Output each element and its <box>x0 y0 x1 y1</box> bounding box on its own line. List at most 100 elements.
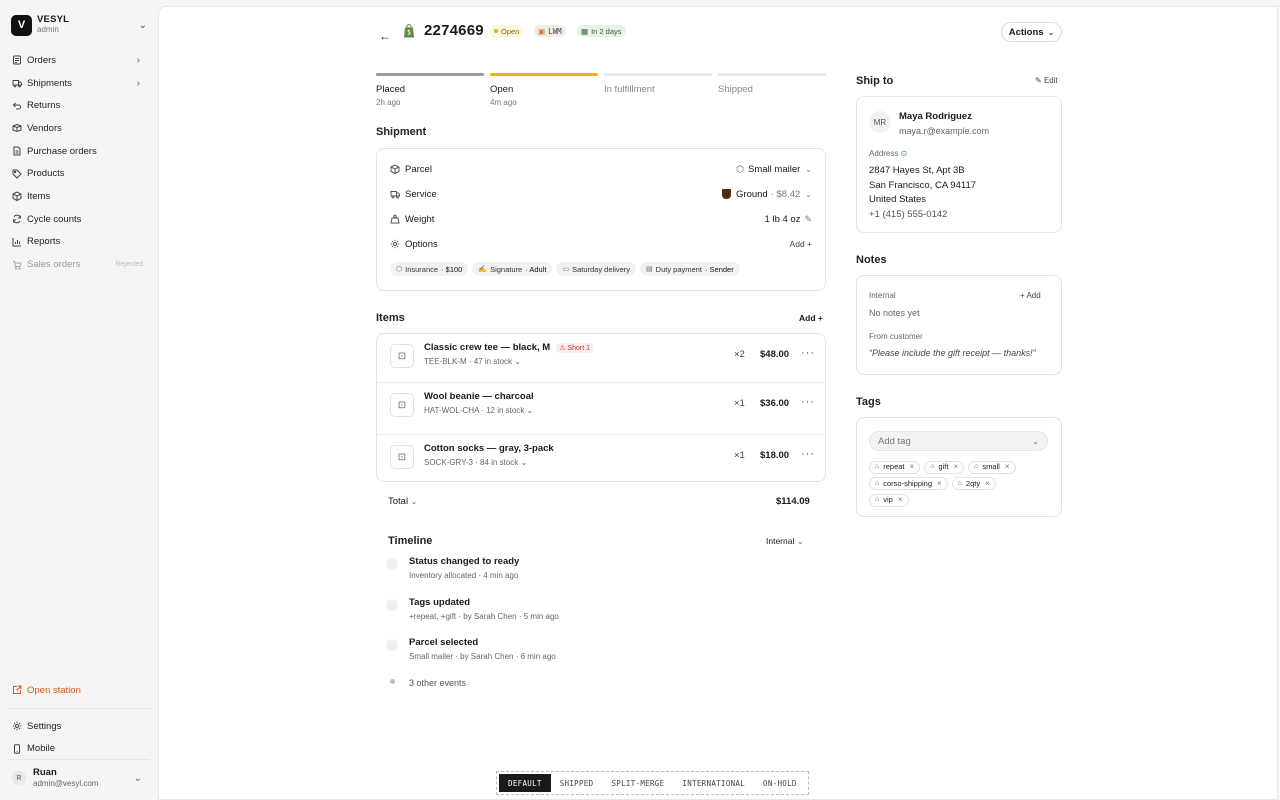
edit-label: Edit <box>1043 76 1058 85</box>
service-select[interactable]: Ground · $8.42 ⌄ <box>722 189 812 200</box>
event-title: Tags updated <box>409 597 471 608</box>
orders-icon <box>12 55 22 65</box>
remove-tag-icon[interactable]: × <box>953 459 958 476</box>
parcel-select[interactable]: ⬡ Small mailer ⌄ <box>736 164 812 175</box>
item-row[interactable]: ⊡ Cotton socks — gray, 3-pack SOCK-GRY-3… <box>377 434 825 486</box>
sidebar-item-cycle-counts[interactable]: Cycle counts <box>0 208 158 231</box>
pencil-icon: ✎ <box>1035 76 1042 85</box>
progress-bar <box>490 73 598 76</box>
step-time: 4m ago <box>490 98 517 107</box>
customer-email[interactable]: maya.r@example.com <box>899 126 989 136</box>
sidebar-item-vendors[interactable]: Vendors <box>0 117 158 140</box>
add-tag-input[interactable]: Add tag ⌄ <box>869 431 1048 451</box>
items-card: ⊡ Classic crew tee — black, M ⚠ Short 1 T… <box>376 333 826 482</box>
actions-button[interactable]: Actions ⌄ <box>1001 22 1062 42</box>
shipment-title: Shipment <box>376 126 427 138</box>
notes-card: Internal + Add No notes yet From custome… <box>856 275 1062 375</box>
open-station-link[interactable]: Open station <box>0 679 158 702</box>
item-stock[interactable]: 47 in stock <box>474 357 512 366</box>
remove-tag-icon[interactable]: × <box>1005 459 1010 476</box>
tag-chip[interactable]: ⌂ corso-shipping × <box>869 476 948 493</box>
tags-card: Add tag ⌄ ⌂ repeat × ⌂ gift × ⌂ small × ⌂ corso-s… <box>856 417 1062 517</box>
sidebar-item-settings[interactable]: Settings <box>0 715 158 738</box>
tag-chip[interactable]: ⌂ repeat × <box>869 459 921 476</box>
chevron-updown-icon: ⌄ <box>133 772 142 784</box>
weight-field[interactable]: 1 lb 4 oz ✎ <box>765 214 812 225</box>
sidebar-item-items[interactable]: Items <box>0 185 158 208</box>
option-value-text: Sender <box>709 264 734 274</box>
tag-chip[interactable]: ⌂ 2qty × <box>951 476 996 493</box>
sidebar-item-reports[interactable]: Reports <box>0 231 158 254</box>
tab-split-merge[interactable]: SPLIT-MERGE <box>602 774 673 792</box>
org-switcher[interactable]: V VESYL admin ⌄ <box>11 14 147 36</box>
edit-button[interactable]: ✎ Edit <box>1035 76 1058 85</box>
tag-icon: ⌂ <box>875 496 880 503</box>
item-sku: TEE-BLK-M <box>424 357 467 366</box>
cycle-icon <box>12 214 22 224</box>
tag-icon <box>12 169 22 179</box>
remove-tag-icon[interactable]: × <box>937 476 942 493</box>
total-toggle[interactable]: Total ⌄ <box>388 496 417 507</box>
option-chip[interactable]: ▭ Saturday delivery <box>556 262 637 276</box>
tag-chip[interactable]: ⌂ small × <box>968 459 1016 476</box>
item-meta: SOCK-GRY-3 · 84 in stock ⌄ <box>424 458 528 467</box>
sidebar-item-returns[interactable]: Returns <box>0 94 158 117</box>
add-note-button[interactable]: + Add <box>1020 291 1041 300</box>
remove-tag-icon[interactable]: × <box>910 459 915 476</box>
item-name: Classic crew tee — black, M ⚠ Short 1 <box>424 342 594 353</box>
option-chip[interactable]: ▤ Duty payment · Sender <box>640 262 740 276</box>
item-row[interactable]: ⊡ Classic crew tee — black, M ⚠ Short 1 T… <box>377 334 825 386</box>
tab-default[interactable]: DEFAULT <box>499 774 551 792</box>
sidebar-item-label: Cycle counts <box>27 213 82 225</box>
sidebar: V VESYL admin ⌄ Orders › Shipments › Ret… <box>0 0 158 800</box>
option-chip[interactable]: ✍ Signature · Adult <box>472 262 553 276</box>
sidebar-item-sales-orders[interactable]: Sales orders Rejected <box>0 253 158 276</box>
progress-step-fulfillment: In fulfillment <box>604 73 712 95</box>
remove-tag-icon[interactable]: × <box>985 476 990 493</box>
calendar-icon: ▭ <box>562 266 570 273</box>
step-time: 2h ago <box>376 98 401 107</box>
item-sku: HAT-WOL-CHA <box>424 406 479 415</box>
back-arrow-icon[interactable]: ← <box>378 29 392 43</box>
more-icon[interactable]: ··· <box>801 347 815 359</box>
timeline-dot <box>390 679 395 684</box>
item-stock[interactable]: 12 in stock <box>486 406 524 415</box>
tab-on-hold[interactable]: ON-HOLD <box>754 774 806 792</box>
more-icon[interactable]: ··· <box>801 396 815 408</box>
tag-chip[interactable]: ⌂ gift × <box>924 459 965 476</box>
sidebar-item-orders[interactable]: Orders › <box>0 49 158 72</box>
item-stock[interactable]: 84 in stock <box>480 458 518 467</box>
item-row[interactable]: ⊡ Wool beanie — charcoal HAT-WOL-CHA · 1… <box>377 382 825 434</box>
chevron-down-icon: ⌄ <box>1047 27 1055 37</box>
image-placeholder-icon: ⊡ <box>390 344 414 368</box>
tag-chip[interactable]: ⌂ vip × <box>869 492 909 509</box>
external-link-icon <box>12 685 22 695</box>
option-value: · Adult <box>525 264 547 274</box>
sidebar-item-products[interactable]: Products <box>0 162 158 185</box>
tab-international[interactable]: INTERNATIONAL <box>673 774 754 792</box>
option-chip[interactable]: ⬡ Insurance · $100 <box>390 262 469 276</box>
sidebar-item-mobile[interactable]: Mobile <box>0 737 158 760</box>
sidebar-item-purchase-orders[interactable]: Purchase orders <box>0 140 158 163</box>
timeline-dot <box>386 558 398 570</box>
address-label: Address ⊙ <box>869 149 907 158</box>
user-menu[interactable]: R Ruan admin@vesyl.com ⌄ <box>0 763 158 793</box>
lwm-label: LWM <box>548 26 562 36</box>
scenario-tabs: DEFAULT SHIPPED SPLIT-MERGE INTERNATIONA… <box>496 771 809 795</box>
items-add-button[interactable]: Add + <box>799 313 823 323</box>
timeline-filter[interactable]: Internal ⌄ <box>766 536 804 547</box>
open-station-label: Open station <box>27 684 81 696</box>
more-icon[interactable]: ··· <box>801 448 815 460</box>
tab-shipped[interactable]: SHIPPED <box>551 774 603 792</box>
options-add-button[interactable]: Add + <box>790 239 812 249</box>
sidebar-item-label: Reports <box>27 236 61 248</box>
remove-tag-icon[interactable]: × <box>898 492 903 509</box>
sidebar-item-shipments[interactable]: Shipments › <box>0 72 158 95</box>
item-qty: ×2 <box>734 349 745 360</box>
chevron-right-icon: › <box>136 54 140 66</box>
main-panel: ← 2274669 Open ▣ LWM ▦ In 2 days Actions ⌄ … <box>158 6 1278 800</box>
service-label: Service <box>405 188 437 200</box>
add-tag-placeholder: Add tag <box>878 435 911 447</box>
item-name: Cotton socks — gray, 3-pack <box>424 443 554 454</box>
option-value: · $100 <box>441 264 463 274</box>
